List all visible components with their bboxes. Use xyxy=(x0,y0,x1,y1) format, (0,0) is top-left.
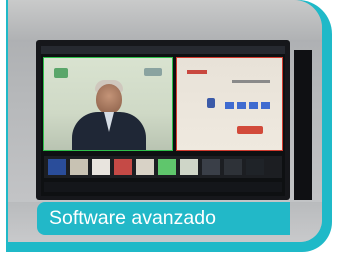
thumbnail xyxy=(48,159,66,175)
secondary-monitor-edge xyxy=(294,50,312,200)
slide-box-icon xyxy=(237,102,246,109)
slide-box-icon xyxy=(249,102,258,109)
thumbnail xyxy=(246,159,264,175)
slide-bottom-graphic xyxy=(237,126,263,134)
source-thumbnails xyxy=(44,156,282,178)
software-status-bar xyxy=(44,182,282,192)
slide-box-icon xyxy=(225,102,234,109)
thumbnail xyxy=(224,159,242,175)
slide-title-bar xyxy=(187,70,207,74)
thumbnail xyxy=(114,159,132,175)
thumbnail xyxy=(136,159,154,175)
caption-text: Software avanzado xyxy=(49,207,216,229)
studio-logo-icon xyxy=(54,68,68,78)
studio-sign-icon xyxy=(144,68,162,76)
thumbnail xyxy=(202,159,220,175)
slide-subtitle-bar xyxy=(232,80,270,83)
wall-background xyxy=(8,0,322,40)
person-head xyxy=(96,84,122,114)
thumbnail xyxy=(180,159,198,175)
caption-banner: Software avanzado xyxy=(37,202,290,235)
slide-person-icon xyxy=(207,98,215,108)
program-view xyxy=(43,57,173,151)
thumbnail xyxy=(92,159,110,175)
thumbnail xyxy=(158,159,176,175)
preview-view xyxy=(176,57,283,151)
software-topbar xyxy=(41,46,285,54)
slide-box-icon xyxy=(261,102,270,109)
monitor xyxy=(36,40,290,200)
monitor-screen xyxy=(41,46,285,196)
thumbnail xyxy=(70,159,88,175)
